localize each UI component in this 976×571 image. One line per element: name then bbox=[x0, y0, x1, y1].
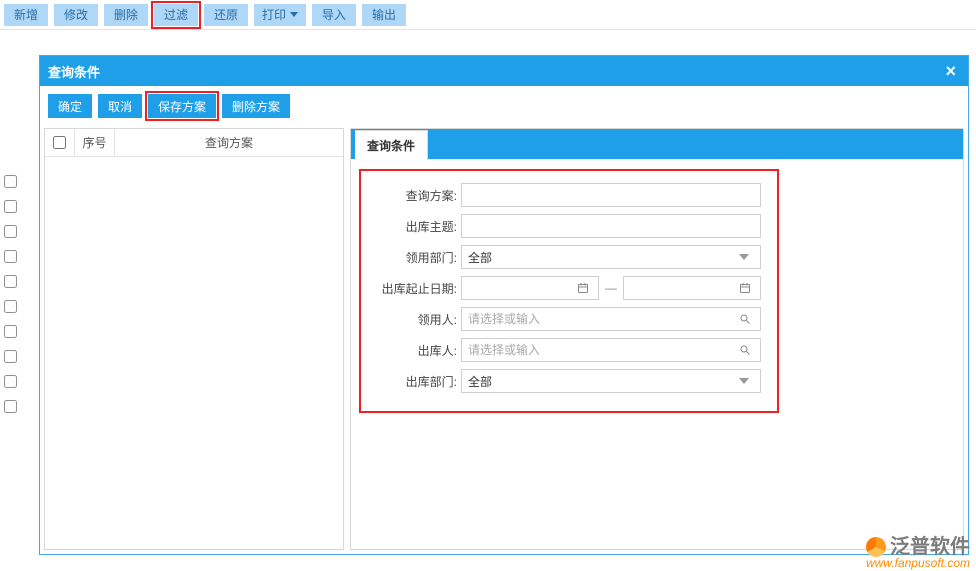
date-to-field[interactable] bbox=[630, 277, 737, 299]
collector-input[interactable] bbox=[461, 307, 761, 331]
issuer-label: 出库人: bbox=[371, 342, 461, 359]
collector-label: 领用人: bbox=[371, 311, 461, 328]
plan-name-input[interactable] bbox=[461, 183, 761, 207]
bg-row-checkbox bbox=[4, 225, 17, 238]
date-to-input[interactable] bbox=[623, 276, 761, 300]
recv-dept-label: 领用部门: bbox=[371, 249, 461, 266]
plan-name-label: 查询方案: bbox=[371, 187, 461, 204]
out-dept-value: 全部 bbox=[468, 373, 492, 390]
calendar-icon[interactable] bbox=[737, 282, 754, 294]
delete-button[interactable]: 删除 bbox=[104, 4, 148, 26]
save-plan-button[interactable]: 保存方案 bbox=[148, 94, 216, 118]
bg-row-checkbox bbox=[4, 300, 17, 313]
background-checkbox-column bbox=[4, 175, 30, 413]
restore-button[interactable]: 还原 bbox=[204, 4, 248, 26]
subject-label: 出库主题: bbox=[371, 218, 461, 235]
confirm-button[interactable]: 确定 bbox=[48, 94, 92, 118]
print-button[interactable]: 打印 bbox=[254, 4, 306, 26]
out-dept-select[interactable]: 全部 bbox=[461, 369, 761, 393]
plan-col-number: 序号 bbox=[75, 129, 115, 156]
tab-criteria[interactable]: 查询条件 bbox=[355, 130, 428, 160]
date-from-input[interactable] bbox=[461, 276, 599, 300]
import-button[interactable]: 导入 bbox=[312, 4, 356, 26]
search-icon[interactable] bbox=[735, 344, 754, 356]
bg-row-checkbox bbox=[4, 350, 17, 363]
search-icon[interactable] bbox=[735, 313, 754, 325]
close-icon[interactable]: × bbox=[941, 61, 960, 82]
delete-plan-button[interactable]: 删除方案 bbox=[222, 94, 290, 118]
calendar-icon[interactable] bbox=[575, 282, 592, 294]
plan-col-name: 查询方案 bbox=[115, 129, 343, 156]
cancel-button[interactable]: 取消 bbox=[98, 94, 142, 118]
plan-list-panel: 序号 查询方案 bbox=[44, 128, 344, 550]
plan-list-header: 序号 查询方案 bbox=[45, 129, 343, 157]
chevron-down-icon[interactable] bbox=[734, 378, 754, 384]
recv-dept-select[interactable]: 全部 bbox=[461, 245, 761, 269]
criteria-tab-row: 查询条件 bbox=[351, 129, 963, 159]
bg-row-checkbox bbox=[4, 375, 17, 388]
export-button[interactable]: 输出 bbox=[362, 4, 406, 26]
dialog-body: 序号 查询方案 查询条件 查询方案: 出库主题: bbox=[44, 128, 964, 550]
date-from-field[interactable] bbox=[468, 277, 575, 299]
query-dialog: 查询条件 × 确定取消保存方案删除方案 序号 查询方案 查询条件 查询方案: bbox=[39, 55, 969, 555]
brand-url: www.fanpusoft.com bbox=[866, 557, 970, 569]
plan-select-all-checkbox[interactable] bbox=[53, 136, 66, 149]
criteria-panel: 查询条件 查询方案: 出库主题: bbox=[350, 128, 964, 550]
collector-field[interactable] bbox=[468, 308, 735, 330]
edit-button[interactable]: 修改 bbox=[54, 4, 98, 26]
chevron-down-icon[interactable] bbox=[734, 254, 754, 260]
date-sep: — bbox=[603, 281, 619, 295]
dialog-title: 查询条件 bbox=[48, 62, 100, 81]
date-range-label: 出库起止日期: bbox=[371, 280, 461, 297]
bg-row-checkbox bbox=[4, 175, 17, 188]
top-toolbar: 新增修改删除过滤还原打印导入输出 bbox=[0, 0, 976, 30]
bg-row-checkbox bbox=[4, 275, 17, 288]
bg-row-checkbox bbox=[4, 325, 17, 338]
filter-button[interactable]: 过滤 bbox=[154, 4, 198, 26]
new-button[interactable]: 新增 bbox=[4, 4, 48, 26]
criteria-form: 查询方案: 出库主题: 领用部门 bbox=[359, 169, 779, 413]
dialog-header: 查询条件 × bbox=[40, 56, 968, 86]
bg-row-checkbox bbox=[4, 400, 17, 413]
plan-name-field[interactable] bbox=[468, 184, 754, 206]
out-dept-label: 出库部门: bbox=[371, 373, 461, 390]
subject-input[interactable] bbox=[461, 214, 761, 238]
plan-select-all-cell[interactable] bbox=[45, 129, 75, 156]
bg-row-checkbox bbox=[4, 200, 17, 213]
recv-dept-value: 全部 bbox=[468, 249, 492, 266]
bg-row-checkbox bbox=[4, 250, 17, 263]
dialog-toolbar: 确定取消保存方案删除方案 bbox=[40, 86, 968, 126]
issuer-field[interactable] bbox=[468, 339, 735, 361]
issuer-input[interactable] bbox=[461, 338, 761, 362]
subject-field[interactable] bbox=[468, 215, 754, 237]
